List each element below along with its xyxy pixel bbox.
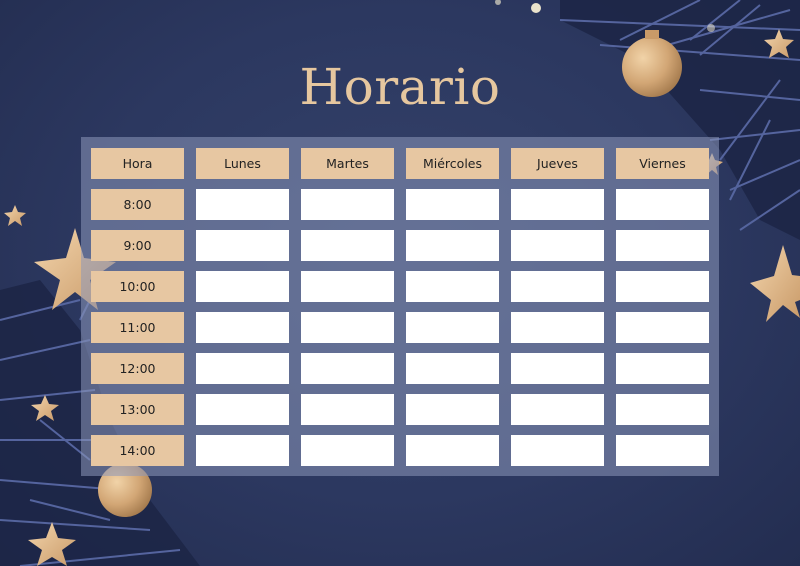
slot-cell[interactable] — [616, 189, 709, 220]
time-label: 8:00 — [91, 189, 184, 220]
time-label: 10:00 — [91, 271, 184, 302]
time-label: 12:00 — [91, 353, 184, 384]
slot-cell[interactable] — [616, 271, 709, 302]
slot-cell[interactable] — [616, 435, 709, 466]
slot-cell[interactable] — [301, 271, 394, 302]
slot-cell[interactable] — [511, 230, 604, 261]
page-title: Horario — [299, 58, 501, 116]
schedule-grid: Hora Lunes Martes Miércoles Jueves Viern… — [91, 148, 709, 466]
slot-cell[interactable] — [196, 353, 289, 384]
time-label: 13:00 — [91, 394, 184, 425]
header-lunes: Lunes — [196, 148, 289, 179]
string-light — [707, 24, 715, 32]
gold-star-mid-left — [31, 395, 59, 421]
slot-cell[interactable] — [511, 353, 604, 384]
gold-star-bottom-left — [28, 522, 76, 566]
slot-cell[interactable] — [511, 271, 604, 302]
slot-cell[interactable] — [511, 312, 604, 343]
slot-cell[interactable] — [196, 271, 289, 302]
slot-cell[interactable] — [301, 435, 394, 466]
slot-cell[interactable] — [301, 312, 394, 343]
slot-cell[interactable] — [406, 312, 499, 343]
slot-cell[interactable] — [196, 394, 289, 425]
slot-cell[interactable] — [196, 189, 289, 220]
slot-cell[interactable] — [301, 189, 394, 220]
slot-cell[interactable] — [301, 353, 394, 384]
slot-cell[interactable] — [406, 271, 499, 302]
slot-cell[interactable] — [196, 230, 289, 261]
slot-cell[interactable] — [616, 230, 709, 261]
string-light — [531, 3, 541, 13]
header-jueves: Jueves — [511, 148, 604, 179]
header-viernes: Viernes — [616, 148, 709, 179]
slot-cell[interactable] — [616, 353, 709, 384]
slot-cell[interactable] — [196, 312, 289, 343]
slot-cell[interactable] — [406, 230, 499, 261]
time-label: 11:00 — [91, 312, 184, 343]
header-miercoles: Miércoles — [406, 148, 499, 179]
slot-cell[interactable] — [616, 312, 709, 343]
gold-star-top-right — [764, 29, 794, 58]
slot-cell[interactable] — [406, 189, 499, 220]
time-label: 9:00 — [91, 230, 184, 261]
gold-star-small-left — [4, 205, 26, 226]
time-label: 14:00 — [91, 435, 184, 466]
slot-cell[interactable] — [301, 230, 394, 261]
header-martes: Martes — [301, 148, 394, 179]
slot-cell[interactable] — [406, 435, 499, 466]
slot-cell[interactable] — [301, 394, 394, 425]
gold-star-right-large — [750, 245, 800, 322]
slot-cell[interactable] — [511, 189, 604, 220]
slot-cell[interactable] — [406, 394, 499, 425]
header-hora: Hora — [91, 148, 184, 179]
slot-cell[interactable] — [511, 394, 604, 425]
slot-cell[interactable] — [406, 353, 499, 384]
slot-cell[interactable] — [511, 435, 604, 466]
slot-cell[interactable] — [616, 394, 709, 425]
string-light — [495, 0, 501, 5]
slot-cell[interactable] — [196, 435, 289, 466]
